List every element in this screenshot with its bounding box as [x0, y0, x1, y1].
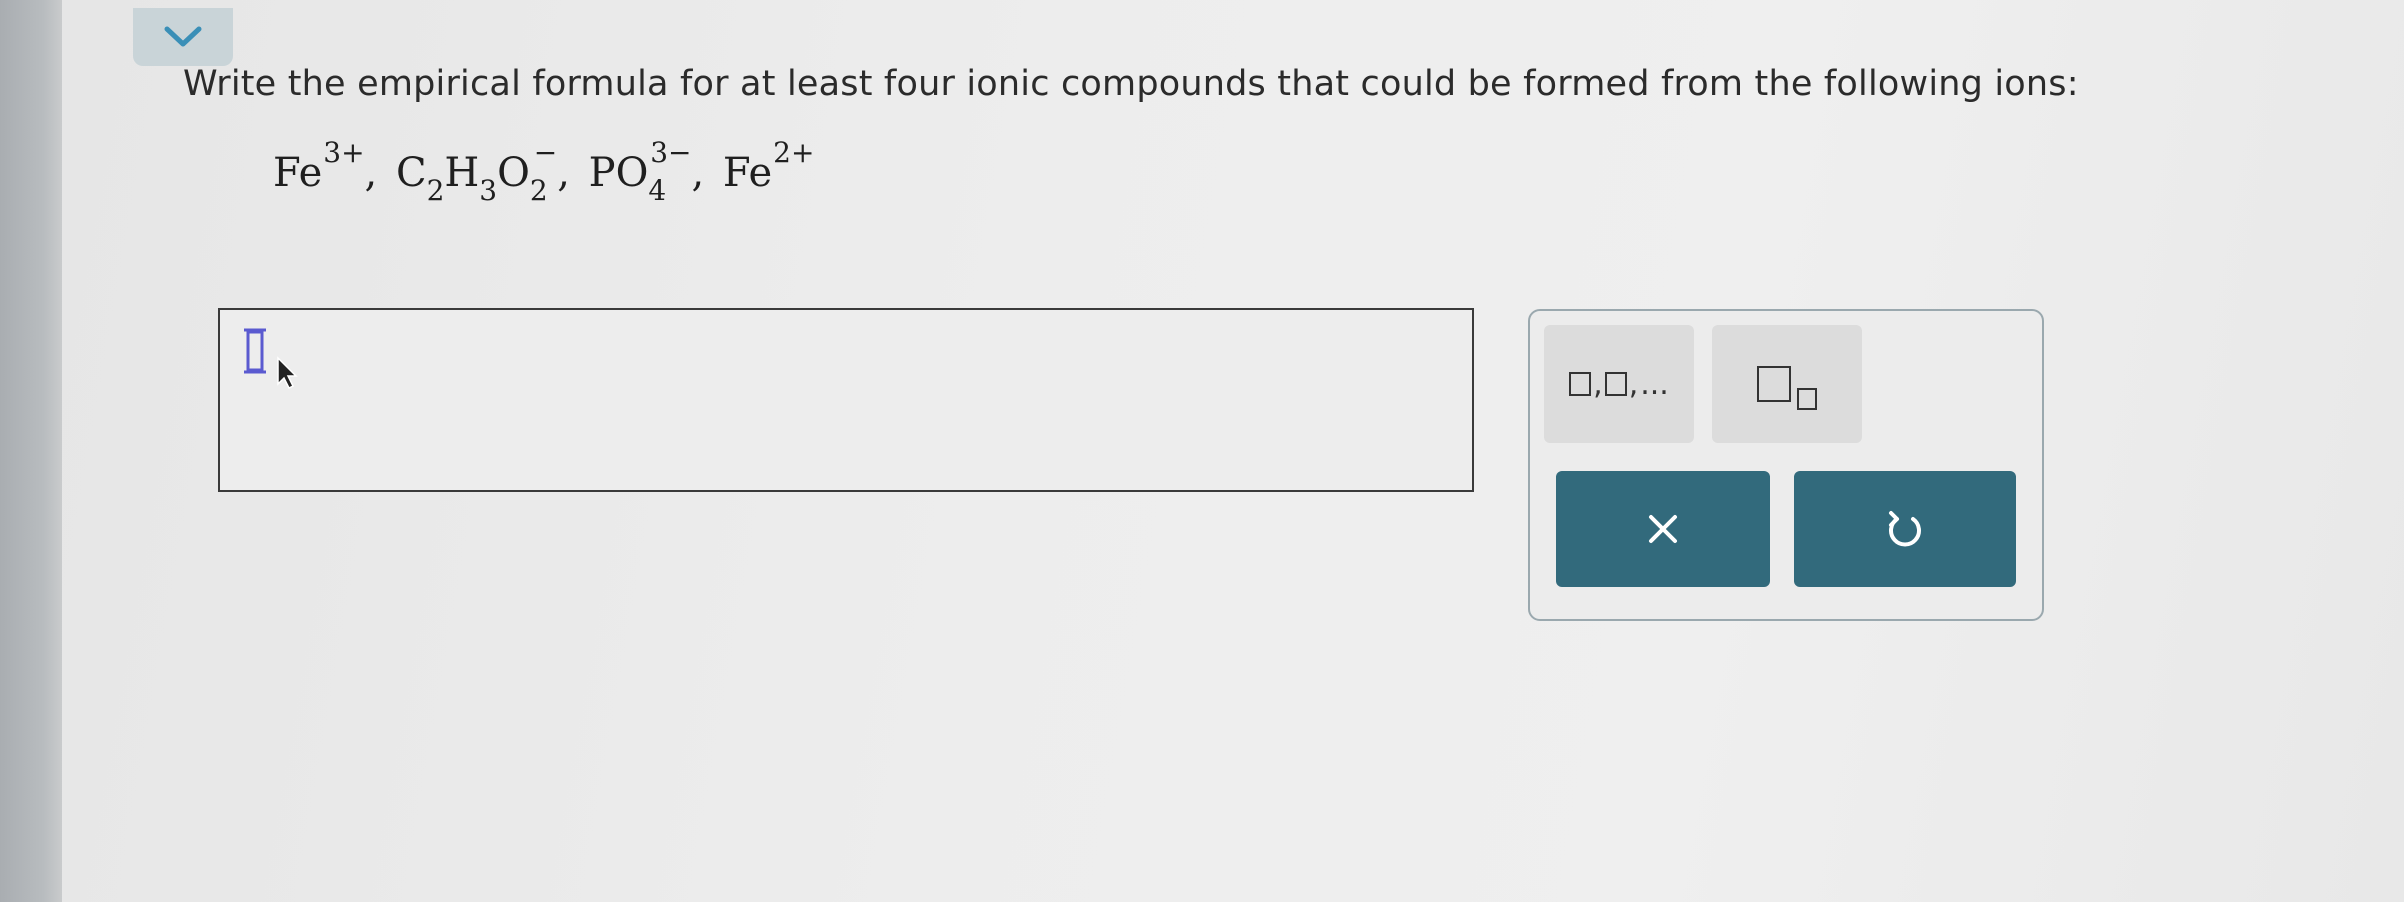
- ion-fe3: Fe3+: [273, 136, 365, 196]
- mouse-pointer-icon: [277, 356, 298, 390]
- chevron-down-icon: [164, 26, 202, 47]
- subscript-template-icon: [1757, 366, 1817, 410]
- undo-button[interactable]: [1794, 471, 2016, 587]
- math-toolbar: ,,...: [1528, 309, 2044, 621]
- subscript-template-button[interactable]: [1712, 325, 1862, 443]
- list-template-icon: ,,...: [1569, 367, 1669, 402]
- ion-separator: ,: [557, 150, 570, 196]
- ion-list: Fe3+ , C2H3O2− , PO43− , Fe2+: [273, 136, 815, 207]
- ion-separator: ,: [364, 150, 378, 196]
- question-prompt: Write the empirical formula for at least…: [183, 64, 2079, 104]
- answer-input[interactable]: [218, 308, 1474, 492]
- close-icon: [1649, 515, 1677, 543]
- clear-button[interactable]: [1556, 471, 1770, 587]
- ion-fe2: Fe2+: [722, 136, 815, 196]
- ion-phosphate: PO43−: [588, 136, 692, 207]
- ion-separator: ,: [691, 150, 705, 196]
- undo-icon: [1889, 511, 1921, 547]
- left-edge: [0, 0, 62, 902]
- collapse-button[interactable]: [133, 8, 233, 66]
- text-cursor-icon: [244, 328, 266, 374]
- ion-acetate: C2H3O2−: [395, 136, 558, 207]
- list-template-button[interactable]: ,,...: [1544, 325, 1694, 443]
